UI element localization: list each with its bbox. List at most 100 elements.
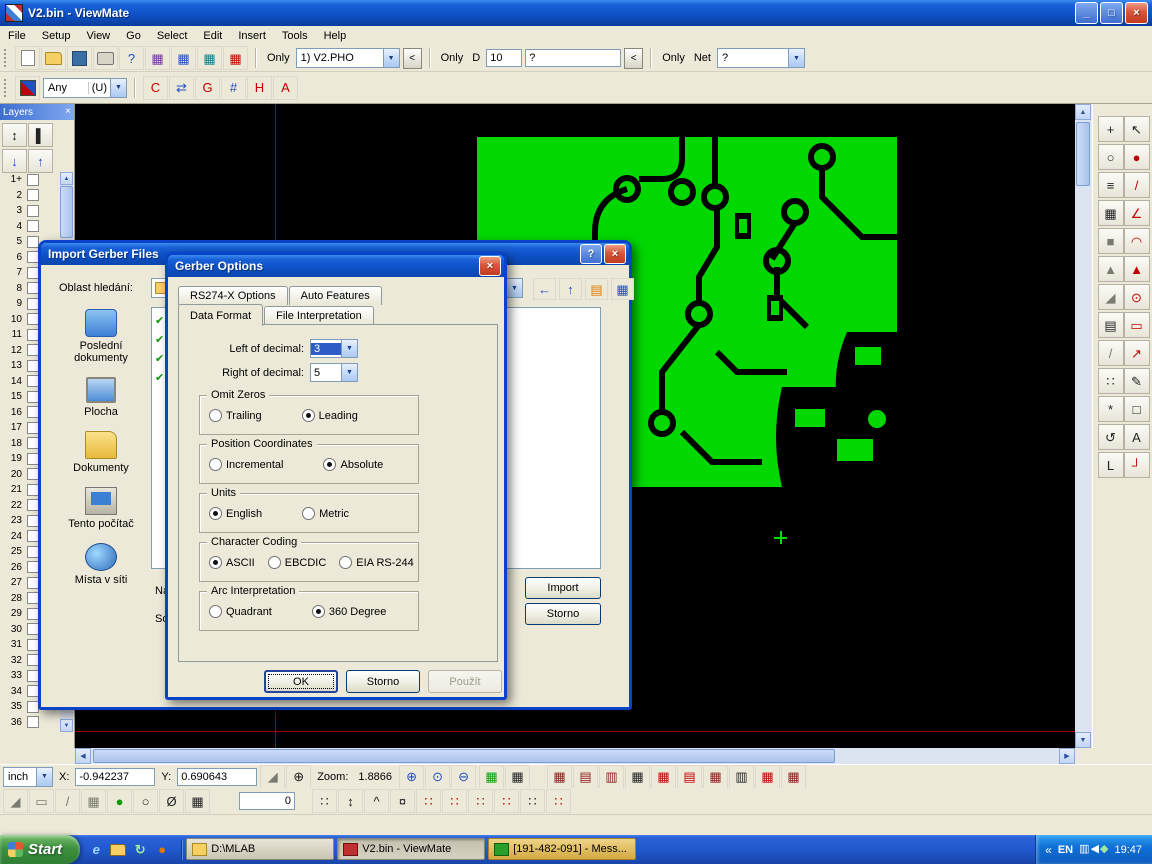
overlay-1-icon[interactable]: ▦ [547, 765, 572, 789]
scroll-left-icon[interactable]: ◀ [75, 748, 91, 764]
mixed-grid-2-icon[interactable]: ∷ [494, 789, 519, 813]
up-level-icon[interactable]: ↑ [559, 278, 582, 300]
radio-option[interactable]: Trailing [209, 409, 262, 422]
quick-folder-icon[interactable] [108, 840, 128, 860]
red-grid-3-icon[interactable]: ∷ [546, 789, 571, 813]
cancel-button[interactable]: Storno [525, 603, 601, 625]
prev-d-button[interactable]: < [624, 48, 643, 69]
rotate-icon[interactable]: ↺ [1098, 424, 1124, 450]
chevron-down-icon[interactable]: ▼ [383, 49, 399, 67]
pour-icon[interactable]: ▦ [81, 789, 106, 813]
highlight-h-icon[interactable]: H [247, 76, 272, 100]
layer-color-swatch[interactable] [27, 716, 39, 728]
layers-panel-header[interactable]: Layers × [0, 104, 74, 120]
only-d-label[interactable]: Only [441, 52, 464, 64]
overlay-5-icon[interactable]: ▦ [651, 765, 676, 789]
erase-icon[interactable]: □ [1124, 396, 1150, 422]
radio-option[interactable]: 360 Degree [312, 605, 387, 618]
menu-item[interactable]: Edit [195, 28, 230, 44]
table-icon[interactable]: ▦ [479, 765, 504, 789]
viewmate-task[interactable]: V2.bin - ViewMate [337, 838, 485, 860]
scroll-thumb[interactable] [93, 749, 835, 763]
tray-volume-icon[interactable]: ◀ [1091, 844, 1099, 855]
d-code-input[interactable]: 10 [486, 49, 522, 67]
menu-item[interactable]: Insert [230, 28, 274, 44]
select-all-icon[interactable]: ▦ [171, 46, 196, 70]
dot-matrix-icon[interactable]: ∷ [1098, 368, 1124, 394]
menu-item[interactable]: Select [149, 28, 196, 44]
chevron-down-icon[interactable]: ▼ [110, 79, 126, 97]
dot-grid-icon[interactable]: ∷ [312, 789, 337, 813]
layer-row[interactable]: 36 [0, 715, 60, 731]
slope-icon[interactable]: ◢ [1098, 284, 1124, 310]
overlay-7-icon[interactable]: ▦ [703, 765, 728, 789]
layer-color-swatch[interactable] [27, 189, 39, 201]
messenger-task[interactable]: [191-482-091] - Mess... [488, 838, 636, 860]
trace-mode-icon[interactable]: / [55, 789, 80, 813]
save-icon[interactable] [67, 46, 92, 70]
zoom-in-icon[interactable]: ⊕ [399, 765, 424, 789]
help-pointer-icon[interactable]: ? [119, 46, 144, 70]
scroll-down-icon[interactable]: ▼ [1075, 732, 1091, 748]
views-icon[interactable]: ▦ [611, 278, 634, 300]
draw-line-icon[interactable]: / [1124, 172, 1150, 198]
print-icon[interactable] [93, 46, 118, 70]
radio-option[interactable]: ASCII [209, 556, 255, 569]
layer-row[interactable]: 3 [0, 203, 60, 219]
text-tool-icon[interactable]: A [1124, 424, 1150, 450]
tab[interactable]: File Interpretation [264, 306, 374, 325]
layer-down-icon[interactable]: ↓ [2, 149, 27, 173]
close-button[interactable]: × [1125, 2, 1148, 24]
swap-icon[interactable]: ⇄ [169, 76, 194, 100]
documents-icon[interactable]: Dokumenty [53, 431, 149, 474]
pad-shape-icon[interactable]: ▭ [29, 789, 54, 813]
draw-corner-icon[interactable]: ∠ [1124, 200, 1150, 226]
target-pad-icon[interactable]: ⊙ [1124, 284, 1150, 310]
new-folder-icon[interactable]: ▤ [585, 278, 608, 300]
overlay-mode-icon[interactable]: ¤ [390, 789, 415, 813]
radio-option[interactable]: Metric [302, 507, 349, 520]
layer-list-icon[interactable]: ≡ [1098, 172, 1124, 198]
horizontal-scrollbar[interactable]: ◀ ▶ [75, 748, 1075, 764]
select-inside-icon[interactable]: ▦ [197, 46, 222, 70]
mixed-grid-1-icon[interactable]: ∷ [468, 789, 493, 813]
menu-item[interactable]: Go [118, 28, 149, 44]
chevron-down-icon[interactable]: ▼ [341, 364, 357, 381]
tray-network-icon[interactable]: ▥ [1079, 844, 1089, 855]
overlay-9-icon[interactable]: ▦ [755, 765, 780, 789]
sync-icon[interactable]: ↻ [130, 840, 150, 860]
network-icon[interactable]: Místa v síti [53, 543, 149, 586]
fill-poly-icon[interactable]: ▦ [1098, 200, 1124, 226]
overlay-6-icon[interactable]: ▤ [677, 765, 702, 789]
graphics-icon[interactable]: G [195, 76, 220, 100]
radio-option[interactable]: Leading [302, 409, 358, 422]
red-grid-1-icon[interactable]: ∷ [416, 789, 441, 813]
layer-color-swatch[interactable] [27, 220, 39, 232]
select-frame-icon[interactable]: ▦ [145, 46, 170, 70]
right-decimal-combo[interactable]: 5 ▼ [310, 363, 358, 382]
red-grid-2-icon[interactable]: ∷ [442, 789, 467, 813]
language-indicator[interactable]: EN [1058, 844, 1073, 856]
chevron-down-icon[interactable]: ▼ [36, 768, 52, 786]
grid-toggle-icon[interactable]: ▦ [185, 789, 210, 813]
draw-triangle-icon[interactable]: ▲ [1124, 256, 1150, 282]
d-filter-input[interactable]: ? [525, 49, 621, 67]
back-icon[interactable]: ← [533, 278, 556, 300]
circle-aperture-icon[interactable]: ○ [133, 789, 158, 813]
tab[interactable]: RS274-X Options [178, 286, 288, 305]
gerber-dialog-titlebar[interactable]: Gerber Options × [168, 255, 504, 277]
tray-chevron-icon[interactable]: « [1045, 843, 1052, 857]
net-combo[interactable]: ? ▼ [717, 48, 805, 68]
overlay-2-icon[interactable]: ▤ [573, 765, 598, 789]
grid-hash-icon[interactable]: # [221, 76, 246, 100]
chevron-down-icon[interactable]: ▼ [341, 340, 357, 357]
draw-rect-icon[interactable]: ▭ [1124, 312, 1150, 338]
radio-option[interactable]: English [209, 507, 262, 520]
layer-row[interactable]: 4 [0, 219, 60, 235]
import-button[interactable]: Import [525, 577, 601, 599]
scroll-right-icon[interactable]: ▶ [1059, 748, 1075, 764]
ruler2-icon[interactable]: ◢ [3, 789, 28, 813]
pan-icon[interactable]: + [1098, 116, 1124, 142]
stack-icon[interactable]: ▤ [1098, 312, 1124, 338]
menu-item[interactable]: Setup [34, 28, 79, 44]
